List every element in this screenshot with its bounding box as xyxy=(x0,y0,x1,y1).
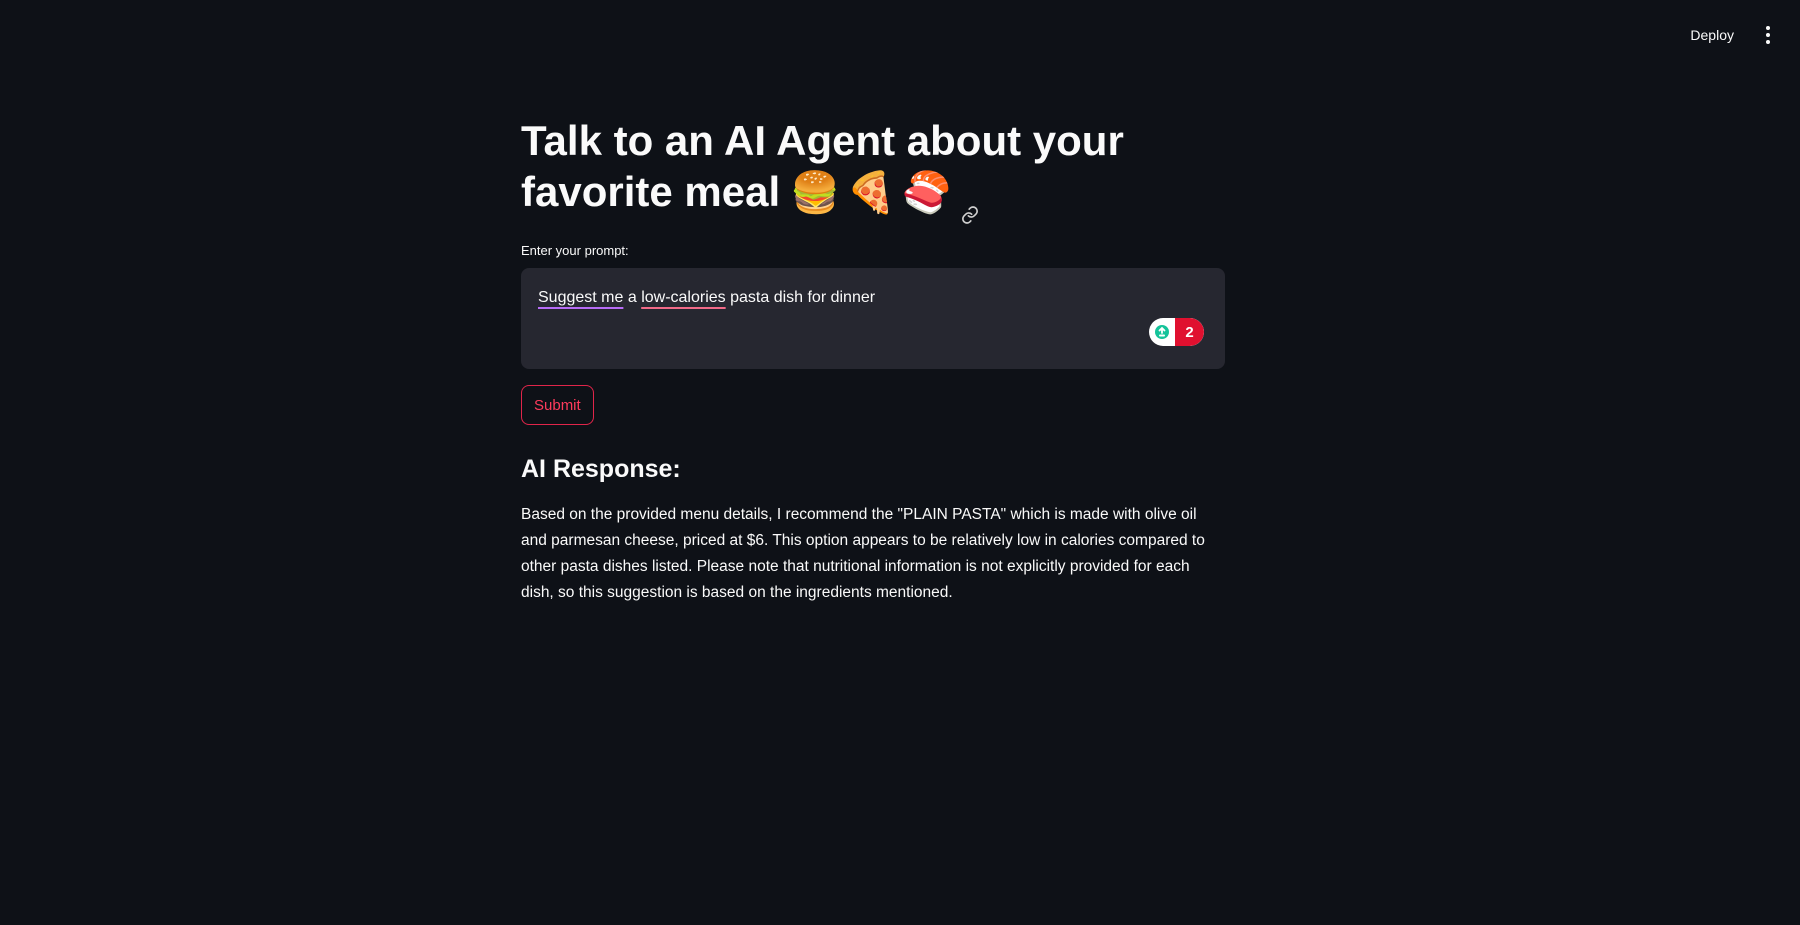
kebab-dot xyxy=(1766,33,1770,37)
main-content: Talk to an AI Agent about your favorite … xyxy=(521,115,1225,606)
submit-button[interactable]: Submit xyxy=(521,385,594,425)
sushi-emoji: 🍣 xyxy=(901,171,952,215)
link-icon[interactable] xyxy=(960,185,980,224)
response-heading: AI Response: xyxy=(521,455,681,483)
kebab-menu-icon[interactable] xyxy=(1758,20,1778,50)
kebab-dot xyxy=(1766,26,1770,30)
grammar-checker-badge[interactable]: 2 xyxy=(1149,318,1204,346)
grammarly-icon xyxy=(1149,318,1175,346)
grammar-flagged-phrase[interactable]: Suggest me xyxy=(538,289,623,306)
prompt-textarea[interactable]: Suggest me a low-calories pasta dish for… xyxy=(521,268,1225,369)
prompt-text-segment: pasta dish for dinner xyxy=(725,289,876,306)
page-title: Talk to an AI Agent about your favorite … xyxy=(521,115,1225,224)
response-text: Based on the provided menu details, I re… xyxy=(521,506,1205,601)
burger-emoji: 🍔 xyxy=(790,171,840,215)
prompt-label: Enter your prompt: xyxy=(521,243,629,258)
grammar-issue-count: 2 xyxy=(1175,318,1204,346)
prompt-input[interactable]: Suggest me a low-calories pasta dish for… xyxy=(521,268,1225,369)
prompt-text-segment: a xyxy=(623,289,642,306)
pizza-emoji: 🍕 xyxy=(845,171,896,215)
kebab-dot xyxy=(1766,40,1770,44)
spelling-flagged-word[interactable]: low-calories xyxy=(641,289,725,306)
app-toolbar: Deploy xyxy=(1680,0,1800,70)
deploy-button[interactable]: Deploy xyxy=(1680,21,1744,49)
